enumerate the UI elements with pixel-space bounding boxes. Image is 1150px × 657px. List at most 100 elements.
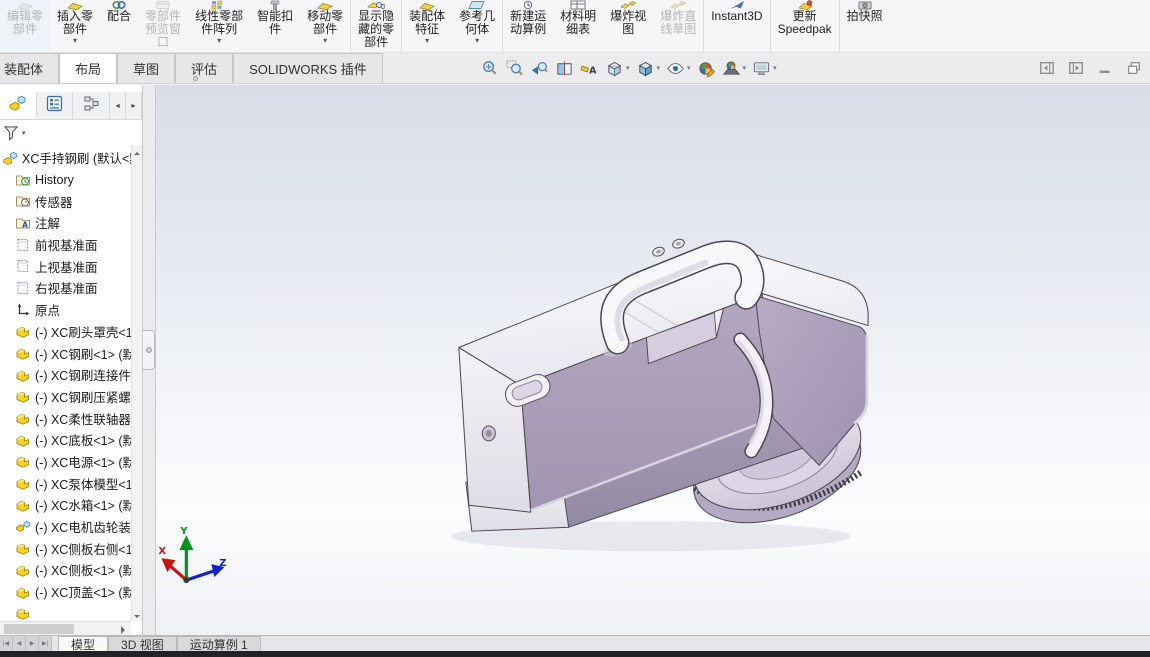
scrollbar-thumb[interactable] [4, 624, 74, 634]
tree-horizontal-scrollbar[interactable] [0, 621, 131, 635]
featuremanager-tab[interactable] [0, 92, 37, 119]
ribbon-toolbar: 编辑零 部件 ▾ 插入零 部件 ▾ 配合 ▾ 零部件 预览窗 口 ▾ 线性零部 … [0, 0, 1150, 53]
hide-show-items-button[interactable]: ▾ [664, 58, 693, 79]
tree-item[interactable]: (-) XC钢刷连接件 [2, 364, 131, 386]
previous-view-icon [530, 59, 549, 78]
smart-fasteners-button[interactable]: 智能扣 件 ▾ [250, 0, 300, 52]
section-view-icon [555, 59, 574, 78]
tree-item[interactable]: A 注解 [2, 212, 131, 234]
scroll-last-tab-button[interactable]: ▶| [39, 636, 52, 651]
edit-component-button[interactable]: 编辑零 部件 ▾ [0, 0, 51, 52]
tree-item[interactable]: (-) XC钢刷<1> (默 [2, 342, 131, 364]
panel-splitter[interactable] [143, 85, 156, 635]
panel-tab-scroll-left[interactable]: ◂ [110, 92, 127, 119]
tree-item[interactable]: 传感器 [2, 190, 131, 212]
view-orientation-button[interactable]: ▾ [603, 58, 632, 79]
tree-item[interactable]: (-) XC电机齿轮装 [2, 516, 131, 538]
scroll-down-icon[interactable] [132, 609, 142, 621]
part-icon [15, 497, 31, 513]
view-annotations-button[interactable]: A ▾ [578, 58, 601, 79]
linear-pattern-button[interactable]: 线性零部 件阵列 ▾ [188, 0, 250, 52]
tree-item[interactable]: (-) XC钢刷压紧螺 [2, 386, 131, 408]
model-tab[interactable]: 模型 [58, 636, 109, 652]
display-style-button[interactable]: ▾ [634, 58, 663, 79]
zoom-to-area-button[interactable]: ▾ [503, 58, 526, 79]
instant3d-button[interactable]: Instant3D ▾ [704, 0, 771, 52]
status-strip [0, 651, 1150, 657]
restore-icon [1126, 60, 1142, 76]
history-folder-icon [15, 172, 31, 188]
new-motion-study-button[interactable]: 新建运 动算例 ▾ [503, 0, 553, 52]
collapse-pane-right-button[interactable] [1066, 59, 1086, 77]
part-icon [15, 345, 31, 361]
insert-component-button[interactable]: 插入零 部件 ▾ [50, 0, 100, 52]
tree-item[interactable]: (-) XC电源<1> (默 [2, 451, 131, 473]
tab-assembly[interactable]: 装配体 [0, 53, 60, 83]
tree-item[interactable]: (-) XC柔性联轴器 [2, 407, 131, 429]
tab-solidworks-addins[interactable]: SOLIDWORKS 插件 [233, 53, 383, 83]
dropdown-arrow-icon: ▾ [425, 36, 430, 45]
scroll-first-tab-button[interactable]: |◀ [0, 636, 13, 651]
dropdown-arrow-icon: ▾ [73, 36, 78, 45]
filter-dropdown-arrow-icon[interactable]: ▾ [22, 129, 26, 137]
tab-evaluate[interactable]: 评估 [175, 53, 234, 83]
tree-item[interactable]: (-) XC底板<1> (默 [2, 429, 131, 451]
svg-text:A: A [22, 220, 28, 229]
configuration-manager-icon [82, 94, 101, 118]
tree-root-item[interactable]: XC手持钢刷 (默认<默 [2, 147, 131, 169]
collapse-pane-left-button[interactable] [1037, 59, 1057, 77]
assembly-features-button[interactable]: 装配体 特征 ▾ [402, 0, 452, 52]
tree-vertical-scrollbar[interactable] [131, 145, 142, 621]
propertymanager-tab[interactable] [36, 92, 74, 119]
view-settings-button[interactable]: ▾ [750, 58, 779, 79]
plane-icon [15, 258, 31, 274]
scroll-up-icon[interactable] [132, 145, 142, 157]
tree-item[interactable]: 上视基准面 [2, 255, 131, 277]
component-preview-button[interactable]: 零部件 预览窗 口 ▾ [138, 0, 188, 52]
panel-tab-scroll-right[interactable]: ▸ [126, 92, 142, 119]
tree-item[interactable]: (-) XC顶盖<1> (默 [2, 581, 131, 603]
zoom-to-fit-button[interactable]: ▾ [478, 58, 501, 79]
chip-edit-icon [16, 0, 34, 10]
motion-study-tab[interactable]: 运动算例 1 [176, 636, 261, 652]
tree-item[interactable] [2, 602, 131, 621]
tree-item[interactable]: 前视基准面 [2, 234, 131, 256]
tree-item[interactable]: History [2, 169, 131, 191]
tree-item[interactable]: (-) XC侧板右侧<1 [2, 537, 131, 559]
splitter-knob[interactable] [143, 330, 155, 370]
scroll-right-icon[interactable] [121, 626, 129, 634]
bill-of-materials-button[interactable]: 材料明 细表 ▾ [553, 0, 603, 52]
dropdown-arrow-icon: ▾ [626, 65, 630, 72]
tree-item[interactable]: (-) XC刷头罩壳<1 [2, 321, 131, 343]
3d-views-tab[interactable]: 3D 视图 [108, 636, 177, 652]
update-speedpak-button[interactable]: 更新 Speedpak ▾ [771, 0, 840, 52]
tree-item[interactable]: (-) XC水箱<1> (默 [2, 494, 131, 516]
previous-view-button[interactable]: ▾ [528, 58, 551, 79]
mate-button[interactable]: 配合 ▾ [100, 0, 138, 52]
explode-line-sketch-button[interactable]: 爆炸直 线草图 ▾ [653, 0, 705, 52]
show-hidden-components-button[interactable]: 显示隐 藏的零 部件 ▾ [351, 0, 403, 52]
take-snapshot-button[interactable]: 拍快照 ▾ [840, 0, 890, 52]
tree-item[interactable]: (-) XC侧板<1> (默 [2, 559, 131, 581]
tab-layout[interactable]: 布局 [59, 53, 118, 83]
tab-sketch[interactable]: 草图 [117, 53, 176, 83]
tree-item[interactable]: 原点 [2, 299, 131, 321]
section-view-button[interactable]: ▾ [553, 58, 576, 79]
dropdown-arrow-icon: ▾ [217, 36, 222, 45]
tree-filter-row: ▾ [0, 120, 142, 145]
graphics-viewport[interactable]: X Y Z [156, 85, 1150, 635]
scroll-prev-tab-button[interactable]: ◀ [13, 636, 26, 651]
model-3d[interactable]: X Y Z [156, 85, 1150, 635]
move-component-button[interactable]: 移动零 部件 ▾ [300, 0, 352, 52]
configurationmanager-tab[interactable] [73, 92, 111, 119]
tree-item[interactable]: (-) XC泵体模型<1 [2, 472, 131, 494]
scroll-next-tab-button[interactable]: ▶ [26, 636, 39, 651]
tree-item[interactable]: 右视基准面 [2, 277, 131, 299]
apply-scene-button[interactable]: ▾ [720, 58, 749, 79]
reference-geometry-button[interactable]: 参考几 何体 ▾ [452, 0, 504, 52]
exploded-view-button[interactable]: 爆炸视 图 ▾ [603, 0, 653, 52]
filter-funnel-icon[interactable] [3, 125, 20, 141]
edit-appearance-button[interactable]: ▾ [695, 58, 718, 79]
restore-button[interactable] [1124, 59, 1144, 77]
minimize-button[interactable] [1095, 59, 1115, 77]
